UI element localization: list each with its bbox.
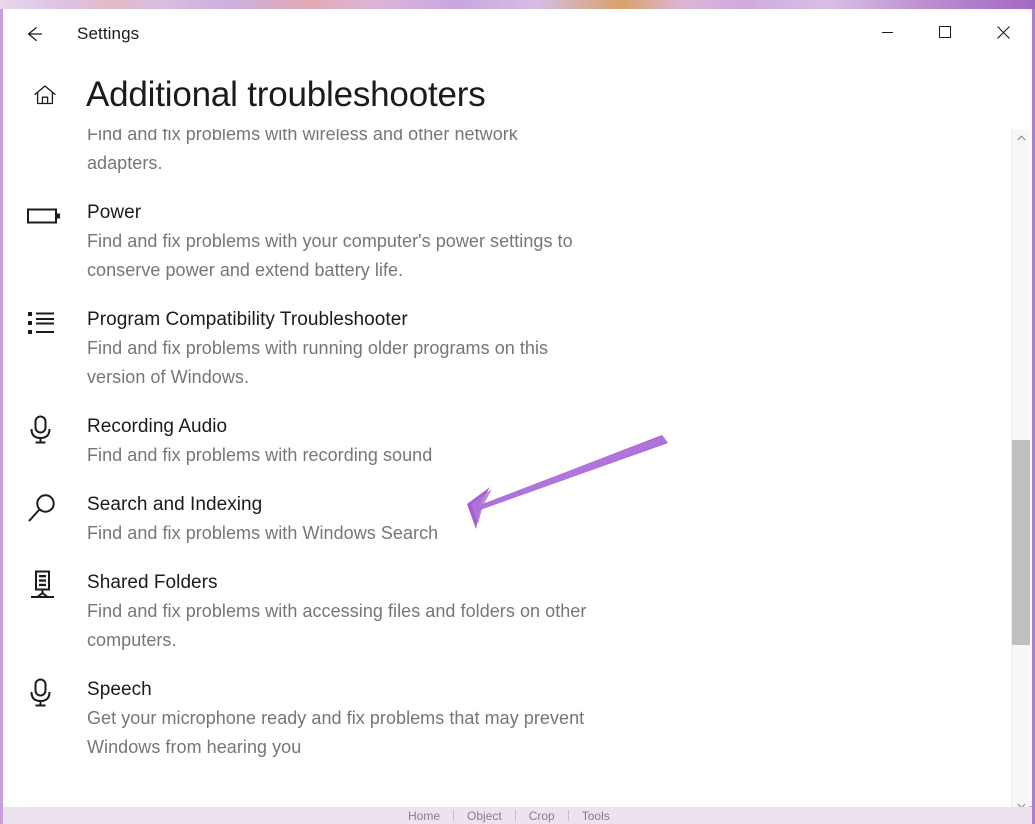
scrollbar-thumb[interactable] — [1012, 440, 1030, 645]
server-share-icon — [27, 570, 71, 600]
list-icon — [27, 309, 71, 337]
list-item[interactable]: Shared Folders Find and fix problems wit… — [3, 570, 1012, 655]
list-item-title: Speech — [87, 679, 152, 700]
list-item[interactable]: Speech Get your microphone ready and fix… — [3, 677, 1012, 762]
close-icon — [996, 25, 1010, 39]
editor-tab-tools[interactable]: Tools — [569, 809, 623, 823]
list-item[interactable]: Search and Indexing Find and fix problem… — [3, 492, 1012, 548]
editor-toolbar: Home Object Crop Tools — [3, 807, 1032, 824]
list-item-title: Program Compatibility Troubleshooter — [87, 309, 408, 330]
chevron-up-icon — [1016, 135, 1026, 141]
list-item-desc: Find and fix problems with your computer… — [87, 231, 573, 280]
back-button[interactable] — [11, 18, 57, 50]
close-button[interactable] — [974, 9, 1032, 55]
list-item-title: Recording Audio — [87, 416, 228, 437]
microphone-icon — [27, 415, 71, 444]
battery-glyph — [27, 208, 60, 224]
page-header: Additional troubleshooters — [3, 61, 1032, 129]
list-item[interactable]: Recording Audio Find and fix problems wi… — [3, 414, 1012, 470]
editor-tab-crop[interactable]: Crop — [516, 809, 568, 823]
list-item-desc: Find and fix problems with wireless and … — [87, 129, 518, 173]
maximize-icon — [939, 26, 951, 38]
list-item-desc: Get your microphone ready and fix proble… — [87, 708, 585, 757]
magnifier-glyph — [28, 494, 55, 522]
list-item-desc: Find and fix problems with recording sou… — [87, 445, 433, 465]
list-item[interactable]: Power Find and fix problems with your co… — [3, 200, 1012, 285]
list-item-desc: Find and fix problems with running older… — [87, 338, 549, 387]
browser-chrome-strip — [0, 0, 1035, 9]
editor-tab-object[interactable]: Object — [454, 809, 515, 823]
list-item[interactable]: Program Compatibility Troubleshooter Fin… — [3, 307, 1012, 392]
editor-tab-home[interactable]: Home — [395, 809, 453, 823]
page-title: Additional troubleshooters — [86, 75, 486, 114]
settings-window: Settings Additional troubleshooters Find… — [3, 9, 1032, 815]
minimize-button[interactable] — [858, 9, 916, 55]
server-share-glyph — [31, 570, 54, 598]
magnifier-icon — [27, 494, 71, 522]
list-item-title: Power — [87, 202, 142, 223]
list-item-desc: Find and fix problems with accessing fil… — [87, 601, 587, 650]
vertical-scrollbar[interactable] — [1011, 129, 1030, 815]
microphone-glyph — [30, 678, 51, 707]
battery-icon — [27, 202, 71, 230]
list-item-desc: Find and fix problems with Windows Searc… — [87, 523, 439, 543]
home-icon — [34, 85, 56, 105]
microphone-icon — [27, 678, 71, 707]
app-title: Settings — [77, 23, 140, 43]
back-arrow-icon — [27, 26, 43, 41]
window-controls — [858, 9, 1032, 55]
scroll-up-button[interactable] — [1012, 129, 1030, 147]
home-button[interactable] — [23, 82, 67, 108]
microphone-glyph — [30, 415, 51, 444]
list-glyph — [28, 312, 54, 334]
minimize-icon — [881, 31, 893, 33]
list-item-title: Shared Folders — [87, 572, 218, 593]
maximize-button[interactable] — [916, 9, 974, 55]
title-bar: Settings — [3, 9, 1032, 58]
list-item-title: Search and Indexing — [87, 494, 263, 515]
troubleshooter-list-viewport: Network Adapter Find and fix problems wi… — [3, 129, 1012, 815]
list-item[interactable]: Network Adapter Find and fix problems wi… — [3, 129, 1012, 178]
troubleshooter-list: Network Adapter Find and fix problems wi… — [3, 129, 1012, 784]
screenshot-capture-frame: Settings Additional troubleshooters Find… — [0, 0, 1035, 824]
